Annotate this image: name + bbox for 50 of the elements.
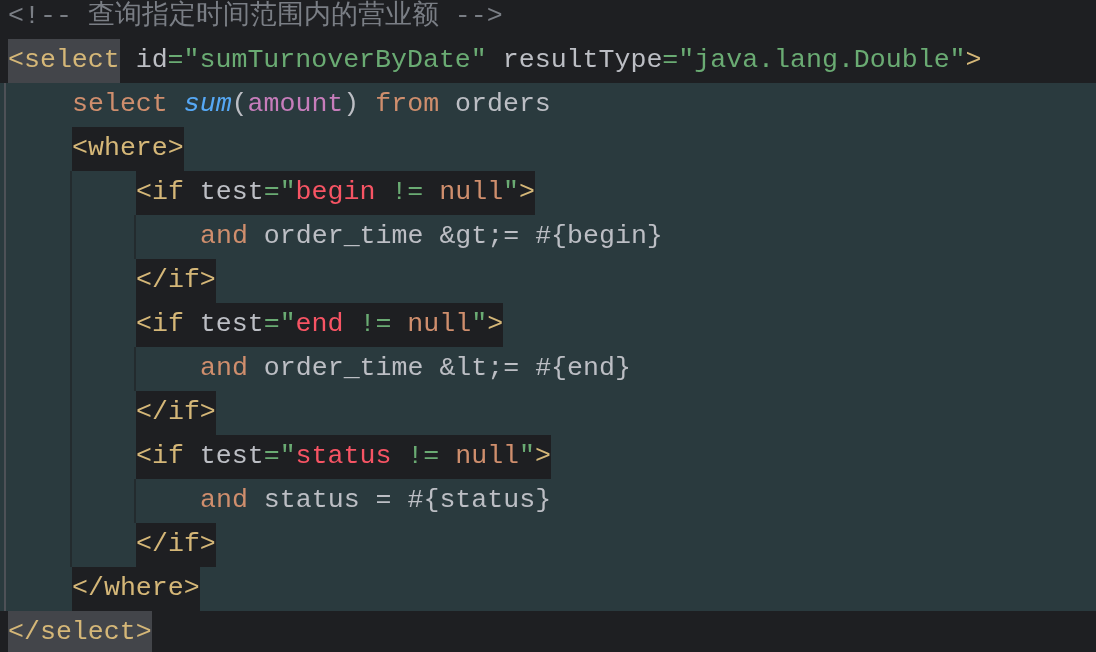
attribute-name: test (198, 308, 264, 342)
xml-tag: > (965, 39, 982, 83)
function-name: sum (182, 88, 232, 122)
xml-tag: </where> (72, 567, 200, 611)
attribute-value: " (471, 308, 488, 342)
column-name: amount (247, 88, 344, 122)
xml-tag: > (487, 303, 504, 347)
xml-tag: <if (136, 303, 184, 347)
variable-name: begin (295, 176, 376, 210)
xml-tag: </if> (136, 259, 216, 303)
attribute-value: " (519, 440, 536, 474)
attribute-name: test (198, 176, 264, 210)
attribute-value: != (358, 308, 393, 342)
attribute-value: != (406, 440, 441, 474)
xml-tag: <if (136, 171, 184, 215)
sql-keyword: null (439, 176, 504, 210)
attribute-value: ="java.lang.Double" (662, 44, 966, 78)
attribute-name: id (134, 44, 168, 78)
attribute-value: != (390, 176, 425, 210)
sql-keyword: and (200, 352, 248, 386)
variable-name: status (295, 440, 392, 474)
attribute-name: resultType (501, 44, 663, 78)
sql-keyword: null (455, 440, 520, 474)
code-text: order_time &lt;= #{end} (262, 352, 631, 386)
sql-keyword: select (72, 88, 168, 122)
xml-tag: </if> (136, 391, 216, 435)
xml-tag: <if (136, 435, 184, 479)
sql-keyword: from (374, 88, 440, 122)
attribute-value: ="sumTurnoverByDate" (167, 44, 487, 78)
code-text: orders (454, 88, 551, 122)
attribute-name: test (198, 440, 264, 474)
xml-tag: <where> (72, 127, 184, 171)
code-text: status = #{status} (262, 484, 552, 518)
sql-keyword: and (200, 220, 248, 254)
attribute-value: " (503, 176, 520, 210)
variable-name: end (295, 308, 344, 342)
xml-tag: </if> (136, 523, 216, 567)
xml-tag: > (535, 435, 551, 479)
sql-keyword: and (200, 484, 248, 518)
matched-tag: <select (8, 39, 120, 83)
code-text: ) (343, 88, 360, 122)
xml-tag: > (519, 171, 536, 215)
comment-text: <!-- 查询指定时间范围内的营业额 --> (8, 0, 503, 34)
code-text: order_time &gt;= #{begin} (262, 220, 663, 254)
attribute-value: =" (263, 308, 296, 342)
sql-keyword: null (407, 308, 472, 342)
attribute-value: =" (263, 440, 296, 474)
attribute-value: =" (263, 176, 296, 210)
matched-tag: </select> (8, 611, 152, 652)
code-text: ( (231, 88, 248, 122)
